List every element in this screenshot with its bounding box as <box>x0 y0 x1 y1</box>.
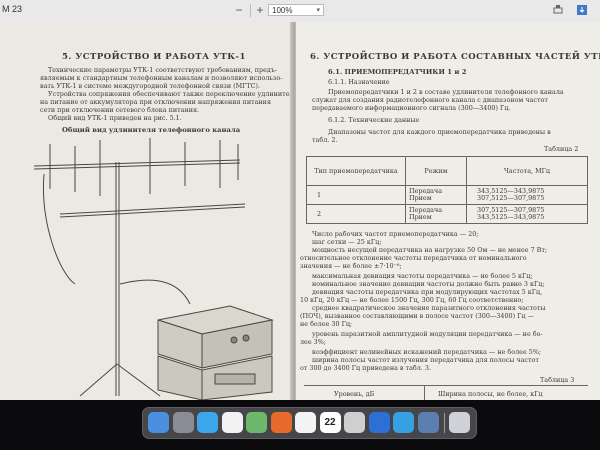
table-cell: 1 <box>306 185 406 205</box>
dock-trash-icon[interactable] <box>449 412 470 433</box>
mode-value: Прием <box>409 194 432 202</box>
spec-line: шаг сетки — 25 кГц; <box>312 238 382 246</box>
table-cell: 307,5125—307,9875 343,5125—343,9875 <box>466 204 588 224</box>
left-para-line: Технические параметры УТК-1 соответствую… <box>48 66 278 74</box>
spec-line: значения — не более ±7·10⁻⁶; <box>300 262 402 270</box>
table-cell: Передача Прием <box>405 204 467 224</box>
spec-line: ширина полосы частот излучения передатчи… <box>312 356 539 364</box>
right-page-heading: 6. УСТРОЙСТВО И РАБОТА СОСТАВНЫХ ЧАСТЕЙ … <box>310 52 600 62</box>
right-para-line: служат для создания радиотелефонного кан… <box>312 96 548 104</box>
spec-line: девиация частоты передатчика при модулир… <box>312 288 543 296</box>
table-3-title: Таблица 3 <box>540 376 575 384</box>
right-para-line: Диапазоны частот для каждого приемоперед… <box>328 128 551 136</box>
dock-calendar-icon[interactable]: 22 <box>319 412 341 433</box>
section-6-1-2: 6.1.2. Технические данные <box>328 116 420 124</box>
right-para-line: Приемопередатчики 1 и 2 в составе удлини… <box>328 88 564 96</box>
dock-textedit-icon[interactable] <box>295 412 316 433</box>
left-para-line: являемым к стандартным телефонным канала… <box>40 74 283 82</box>
table-divider <box>424 386 425 400</box>
spec-line: мощность несущей передатчика на нагрузке… <box>312 246 548 254</box>
dock-xcode-icon[interactable] <box>368 412 390 433</box>
pdf-document-view[interactable]: 5. УСТРОЙСТВО И РАБОТА УТК-1 Технические… <box>0 22 600 400</box>
spec-line: Число рабочих частот приемопередатчика —… <box>312 230 479 238</box>
left-para-line: Общий вид УТК-1 приведен на рис. 5.1. <box>48 114 182 122</box>
dock-finder-icon[interactable] <box>148 412 169 433</box>
left-page-heading: 5. УСТРОЙСТВО И РАБОТА УТК-1 <box>62 52 246 62</box>
table-header: Тип приемопередатчика <box>306 156 406 186</box>
dock-firefox-icon[interactable] <box>270 412 292 433</box>
spec-line: (ПОЧ), вызванное составляющими в полосе … <box>300 312 534 320</box>
section-6-1-1: 6.1.1. Назначение <box>328 78 390 86</box>
download-icon[interactable] <box>576 4 588 16</box>
table-row: 1 Передача Прием 343,5125—343,9875 307,5… <box>306 185 588 205</box>
spec-line: номинальное значение девиации частоты до… <box>312 280 545 288</box>
dock-maps-icon[interactable] <box>246 412 267 433</box>
spec-line: 10 кГц, 20 кГц — не более 1500 Гц, 300 Г… <box>300 296 524 304</box>
print-icon[interactable] <box>552 4 564 16</box>
frequency-table: Тип приемопередатчика Режим Частота, МГц… <box>306 156 588 224</box>
pdf-toolbar: M 23 − + 100% ▾ <box>0 0 600 23</box>
dock-telegram-icon[interactable] <box>393 412 414 433</box>
spec-line: лее 3%; <box>300 338 326 346</box>
table-row: 2 Передача Прием 307,5125—307,9875 343,5… <box>306 204 588 224</box>
page-number-fragment: M 23 <box>2 4 23 14</box>
section-6-1: 6.1. ПРИЕМОПЕРЕДАТЧИКИ 1 и 2 <box>328 68 467 76</box>
dock: 22 <box>142 407 477 439</box>
left-para-line: на питание от аккумулятора при отключени… <box>40 98 271 106</box>
spec-line: уровень паразитной амплитудной модуляции… <box>312 330 543 338</box>
spec-line: от 300 до 3400 Гц приведена в табл. 3. <box>300 364 431 372</box>
table-cell: 2 <box>306 204 406 224</box>
left-para-line: сети при отключении сетевого блока питан… <box>40 106 200 114</box>
table-3-header: Уровень, дБ Ширина полосы, не более, кГц <box>304 385 588 400</box>
dock-separator <box>444 413 445 433</box>
spec-line: максимальная девиация частоты передатчик… <box>312 272 533 280</box>
antenna-equipment-illustration <box>33 138 274 400</box>
spec-line: коэффициент нелинейных искажений передат… <box>312 348 542 356</box>
zoom-level: 100% <box>272 6 293 15</box>
mode-value: Прием <box>409 213 432 221</box>
zoom-select[interactable]: 100% ▾ <box>268 4 324 16</box>
freq-value: 307,5125—307,9875 <box>477 194 545 202</box>
table-header: Режим <box>405 156 467 186</box>
right-para-line: табл. 2. <box>312 136 338 144</box>
zoom-in-button[interactable]: + <box>253 3 267 17</box>
dock-preview-icon[interactable] <box>417 412 439 433</box>
table-header: Уровень, дБ <box>334 390 375 398</box>
table-header: Ширина полосы, не более, кГц <box>438 390 543 398</box>
toolbar-divider <box>250 4 251 17</box>
table-2-title: Таблица 2 <box>544 145 579 153</box>
table-header-row: Тип приемопередатчика Режим Частота, МГц <box>306 156 588 186</box>
spec-line: не более 30 Гц; <box>300 320 353 328</box>
calendar-day: 22 <box>324 417 336 428</box>
chevron-down-icon: ▾ <box>316 7 320 14</box>
dock-chrome-icon[interactable] <box>221 412 243 433</box>
spec-line: относительное отклонение частоты передат… <box>300 254 527 262</box>
left-page: 5. УСТРОЙСТВО И РАБОТА УТК-1 Технические… <box>0 22 298 400</box>
figure-caption: Общий вид удлинителя телефонного канала <box>62 126 241 134</box>
dock-photos-icon[interactable] <box>344 412 365 433</box>
table-header: Частота, МГц <box>466 156 588 186</box>
zoom-out-button[interactable]: − <box>232 3 246 17</box>
right-para-line: передаваемого информационного сигнала (3… <box>312 104 511 112</box>
table-cell: Передача Прием <box>405 185 467 205</box>
dock-safari-icon[interactable] <box>197 412 218 433</box>
table-cell: 343,5125—343,9875 307,5125—307,9875 <box>466 185 588 205</box>
left-para-line: вать УТК-1 в системе междугородной телеф… <box>40 82 261 90</box>
left-para-line: Устройства сопряжения обеспечивают также… <box>48 90 298 98</box>
spec-line: среднее квадратическое значение паразитн… <box>312 304 546 312</box>
dock-launchpad-icon[interactable] <box>172 412 194 433</box>
freq-value: 343,5125—343,9875 <box>477 213 545 221</box>
